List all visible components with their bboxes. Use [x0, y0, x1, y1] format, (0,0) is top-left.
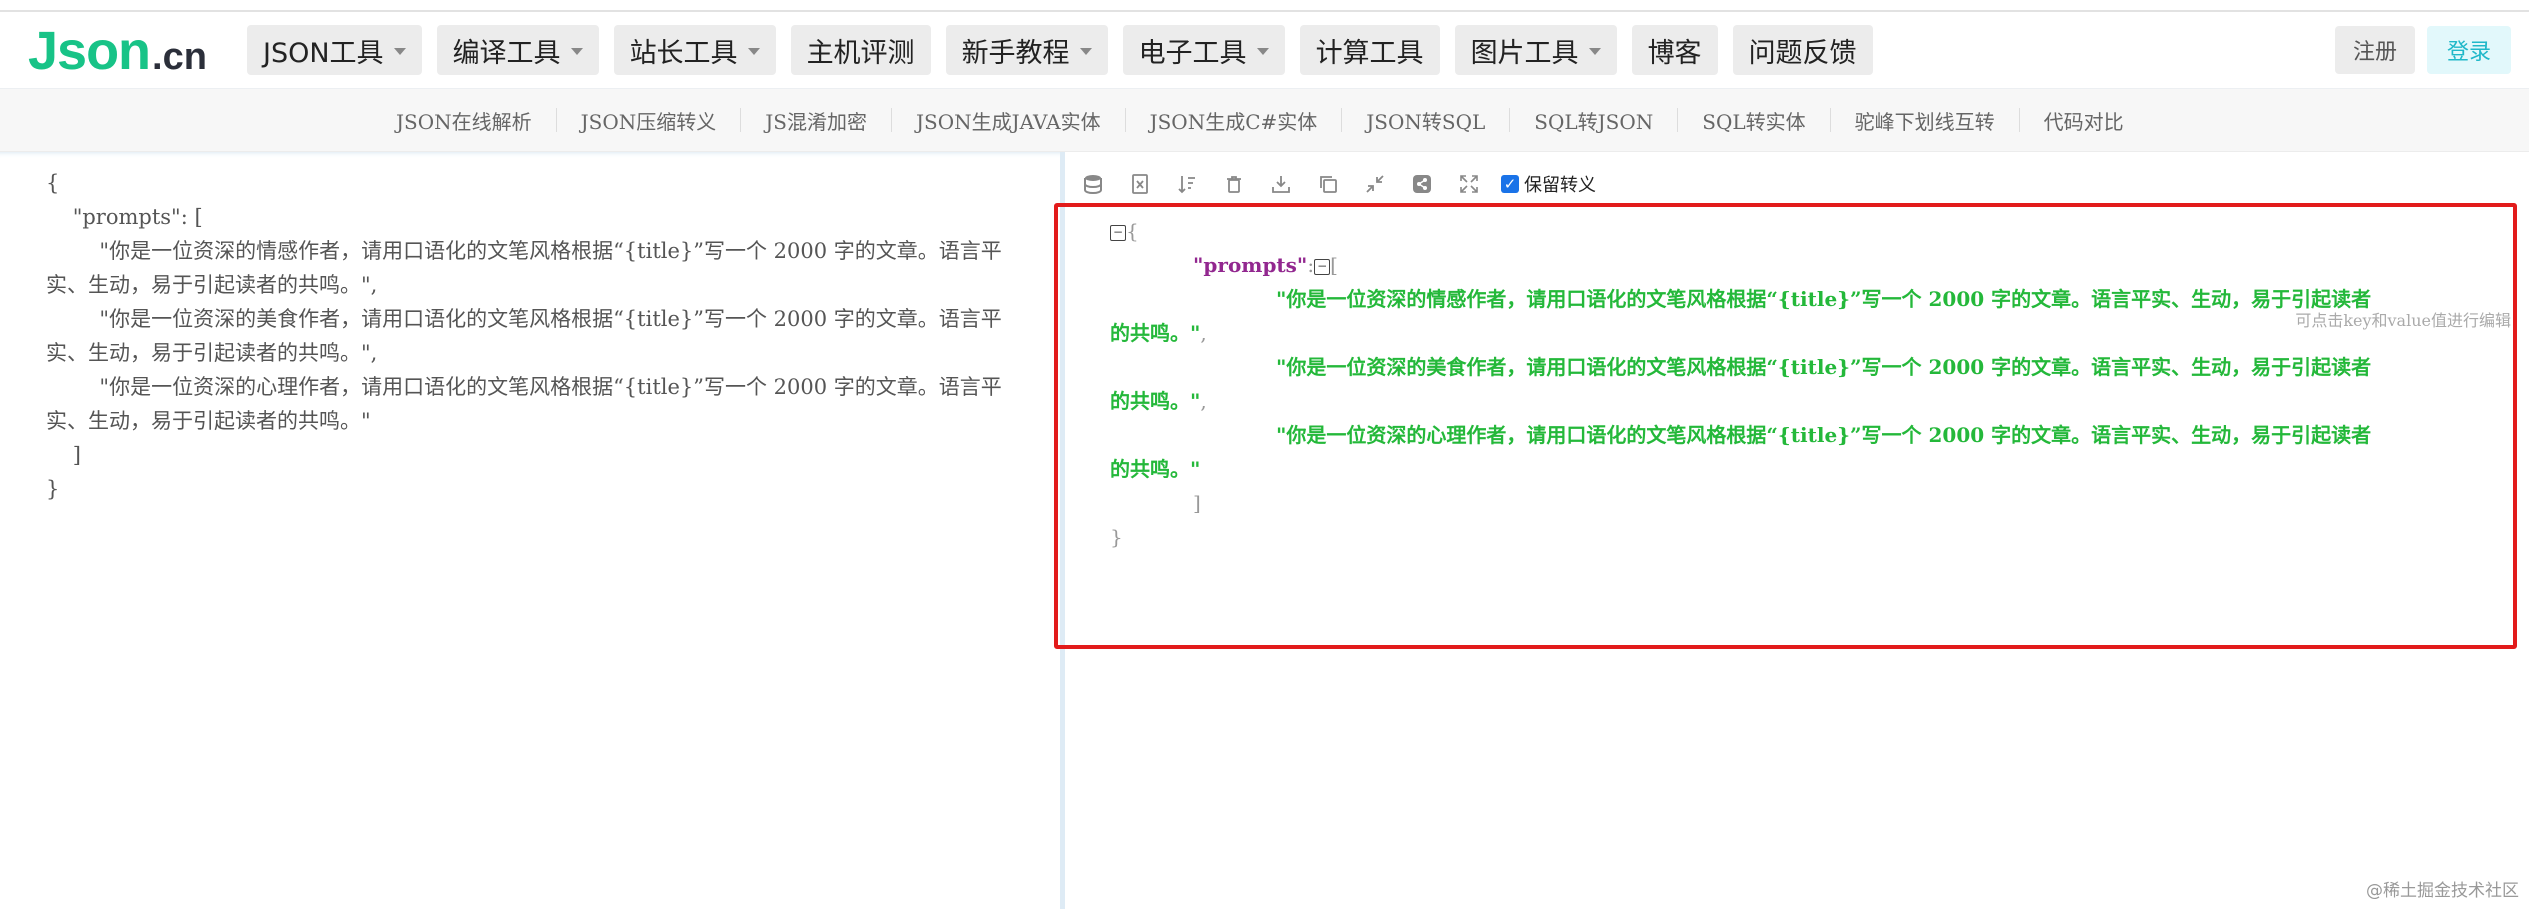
nav-electronic-tools[interactable]: 电子工具 [1122, 25, 1285, 75]
nav-host-review[interactable]: 主机评测 [790, 25, 931, 75]
nav-blog[interactable]: 博客 [1631, 25, 1718, 75]
top-strip [0, 0, 2529, 12]
nav-webmaster-tools[interactable]: 站长工具 [613, 25, 776, 75]
chevron-down-icon [393, 47, 406, 55]
excel-icon[interactable] [1129, 173, 1151, 195]
keep-escape-label: 保留转义 [1524, 175, 1596, 196]
sort-icon[interactable] [1176, 173, 1198, 195]
header: Json .cn JSON工具 编译工具 站长工具 主机评测 新手教程 电子工具 … [0, 12, 2529, 89]
chevron-down-icon [1256, 47, 1269, 55]
compress-icon[interactable] [1364, 173, 1386, 195]
copy-icon[interactable] [1317, 173, 1339, 195]
nav-calc-tools[interactable]: 计算工具 [1299, 25, 1440, 75]
chevron-down-icon [1079, 47, 1092, 55]
subnav-sql-to-entity[interactable]: SQL转实体 [1678, 106, 1829, 135]
edit-hint: 可点击key和value值进行编辑 [2295, 311, 2511, 330]
result-item-1: "你是一位资深的情感作者，请用口语化的文笔风格根据“{title}”写一个 20… [1276, 282, 2371, 316]
auth-buttons: 注册 登录 [2334, 26, 2511, 74]
collapse-toggle-icon[interactable]: − [1314, 258, 1331, 275]
result-item-3: "你是一位资深的心理作者，请用口语化的文笔风格根据“{title}”写一个 20… [1276, 418, 2371, 452]
result-toolbar: ✓ 保留转义 [1082, 166, 1596, 202]
result-item-1-cont: 的共鸣。", [1110, 321, 1207, 345]
json-string-value[interactable]: "你是一位资深的心理作者，请用口语化的文笔风格根据“{title}”写一个 20… [1276, 423, 2371, 447]
database-icon[interactable] [1082, 173, 1104, 195]
watermark: @稀土掘金技术社区 [2366, 881, 2519, 901]
subnav-json-parse[interactable]: JSON在线解析 [372, 106, 556, 135]
result-item-3-cont: 的共鸣。" [1110, 452, 1200, 486]
result-item-2: "你是一位资深的美食作者，请用口语化的文笔风格根据“{title}”写一个 20… [1276, 350, 2371, 384]
result-line-close-brace: } [1110, 525, 1123, 549]
json-string-value[interactable]: 的共鸣。" [1110, 321, 1200, 345]
keep-escape-option[interactable]: ✓ 保留转义 [1501, 171, 1596, 197]
logo-domain: .cn [152, 36, 207, 78]
nav-compile-tools[interactable]: 编译工具 [436, 25, 599, 75]
result-item-2-cont: 的共鸣。", [1110, 389, 1207, 413]
sub-nav: JSON在线解析 JSON压缩转义 JS混淆加密 JSON生成JAVA实体 JS… [0, 89, 2529, 152]
subnav-json-to-csharp[interactable]: JSON生成C#实体 [1126, 106, 1342, 135]
nav-image-tools[interactable]: 图片工具 [1454, 25, 1617, 75]
site-logo[interactable]: Json .cn [28, 20, 207, 81]
keep-escape-checkbox[interactable]: ✓ [1501, 175, 1519, 193]
subnav-json-compress[interactable]: JSON压缩转义 [557, 106, 741, 135]
result-line-open: −{ [1110, 214, 1139, 248]
nav-json-tools[interactable]: JSON工具 [247, 25, 422, 75]
subnav-json-to-java[interactable]: JSON生成JAVA实体 [892, 106, 1125, 135]
chevron-down-icon [747, 47, 760, 55]
subnav-code-diff[interactable]: 代码对比 [2020, 106, 2148, 135]
main-nav: JSON工具 编译工具 站长工具 主机评测 新手教程 电子工具 计算工具 图片工… [247, 25, 1873, 75]
result-line-close-bracket: ] [1193, 491, 1201, 515]
subnav-camel-case[interactable]: 驼峰下划线互转 [1831, 106, 2019, 135]
trash-icon[interactable] [1223, 173, 1245, 195]
download-icon[interactable] [1270, 173, 1292, 195]
json-string-value[interactable]: 的共鸣。" [1110, 389, 1200, 413]
subnav-json-to-sql[interactable]: JSON转SQL [1342, 106, 1509, 135]
subnav-sql-to-json[interactable]: SQL转JSON [1510, 106, 1677, 135]
json-string-value[interactable]: "你是一位资深的美食作者，请用口语化的文笔风格根据“{title}”写一个 20… [1276, 355, 2371, 379]
nav-feedback[interactable]: 问题反馈 [1732, 25, 1873, 75]
register-button[interactable]: 注册 [2334, 26, 2415, 74]
collapse-toggle-icon[interactable]: − [1110, 224, 1126, 241]
json-input-editor[interactable]: { "prompts": [ "你是一位资深的情感作者，请用口语化的文笔风格根据… [0, 152, 1065, 909]
chevron-down-icon [1588, 47, 1601, 55]
json-input-text[interactable]: { "prompts": [ "你是一位资深的情感作者，请用口语化的文笔风格根据… [46, 166, 1036, 506]
expand-icon[interactable] [1458, 173, 1480, 195]
login-button[interactable]: 登录 [2426, 26, 2511, 74]
share-icon[interactable] [1411, 173, 1433, 195]
json-string-value[interactable]: "你是一位资深的情感作者，请用口语化的文笔风格根据“{title}”写一个 20… [1276, 287, 2371, 311]
chevron-down-icon [570, 47, 583, 55]
json-string-value[interactable]: 的共鸣。" [1110, 457, 1200, 481]
logo-text: Json [28, 21, 151, 81]
result-line-key: "prompts": −[ [1193, 253, 1338, 277]
subnav-js-obfuscate[interactable]: JS混淆加密 [741, 106, 891, 135]
json-key[interactable]: "prompts" [1193, 253, 1307, 277]
nav-tutorials[interactable]: 新手教程 [945, 25, 1108, 75]
